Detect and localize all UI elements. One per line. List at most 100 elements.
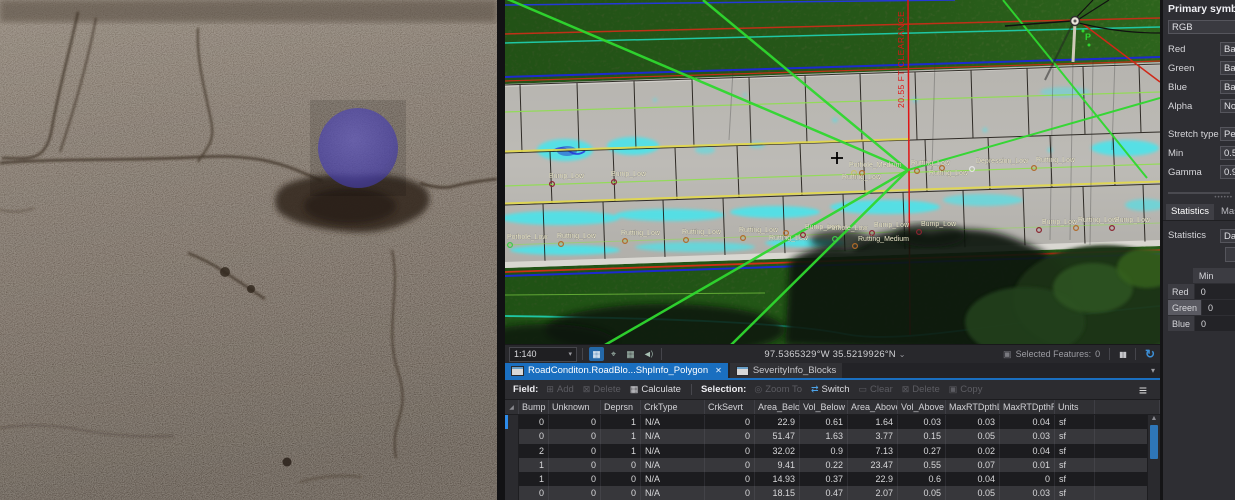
scrollbar-thumb[interactable] — [1150, 425, 1158, 459]
table-cell[interactable]: N/A — [641, 486, 705, 500]
table-cell[interactable]: 0.04 — [1000, 444, 1055, 458]
row-selector[interactable] — [505, 415, 519, 429]
table-row[interactable]: 100N/A014.930.3722.90.60.040sf — [505, 472, 1160, 486]
column-header[interactable]: Vol_Above — [898, 400, 946, 414]
table-cell[interactable]: 3.77 — [848, 429, 898, 443]
refresh-icon[interactable]: ↻ — [1145, 347, 1155, 361]
row-selector[interactable] — [505, 486, 519, 500]
table-cell[interactable]: 0.61 — [800, 415, 848, 429]
table-cell[interactable]: 0 — [705, 415, 755, 429]
add-field-button[interactable]: ⊞Add — [542, 384, 577, 395]
column-header[interactable]: CrkType — [641, 400, 705, 414]
table-cell[interactable]: 0 — [705, 458, 755, 472]
red-band-combo[interactable]: Band — [1220, 42, 1235, 56]
row-selector[interactable] — [505, 429, 519, 443]
blue-band-combo[interactable]: Band — [1220, 80, 1235, 94]
table-cell[interactable]: 0 — [601, 472, 641, 486]
close-icon[interactable]: ✕ — [715, 366, 722, 375]
table-cell[interactable]: 1 — [601, 444, 641, 458]
header-corner[interactable]: ◢ — [505, 400, 519, 414]
table-cell[interactable]: 0 — [705, 429, 755, 443]
column-header[interactable]: Units — [1055, 400, 1095, 414]
table-cell[interactable]: 2 — [519, 444, 549, 458]
grid-icon[interactable]: ▦ — [623, 347, 638, 361]
tab-mask[interactable]: Mask — [1216, 204, 1235, 220]
column-header[interactable]: Vol_Below — [800, 400, 848, 414]
column-header[interactable]: CrkSevrt — [705, 400, 755, 414]
table-cell[interactable]: 0.03 — [1000, 486, 1055, 500]
table-cell[interactable]: 0.03 — [946, 415, 1000, 429]
table-cell[interactable]: 0.05 — [946, 486, 1000, 500]
row-selector[interactable] — [505, 472, 519, 486]
table-cell[interactable]: sf — [1055, 486, 1095, 500]
table-scrollbar[interactable]: ▲ — [1147, 415, 1160, 500]
table-cell[interactable]: 0.05 — [946, 429, 1000, 443]
table-cell[interactable]: sf — [1055, 415, 1095, 429]
table-cell[interactable]: 0.04 — [946, 472, 1000, 486]
table-cell[interactable]: 0 — [549, 415, 601, 429]
flash-locate-icon[interactable]: ▦ — [589, 347, 604, 361]
table-cell[interactable]: 0 — [519, 415, 549, 429]
table-cell[interactable]: N/A — [641, 415, 705, 429]
table-cell[interactable]: N/A — [641, 444, 705, 458]
table-cell[interactable]: sf — [1055, 444, 1095, 458]
snap-target-icon[interactable]: ⌖ — [606, 347, 621, 361]
clear-selection-button[interactable]: ▭Clear — [855, 384, 897, 395]
table-cell[interactable]: 18.15 — [755, 486, 800, 500]
table-cell[interactable]: 7.13 — [848, 444, 898, 458]
copy-selection-button[interactable]: ▣Copy — [945, 384, 987, 395]
table-cell[interactable]: 0 — [549, 472, 601, 486]
column-header[interactable]: MaxRTDpthL — [946, 400, 1000, 414]
gamma-slider[interactable] — [1168, 192, 1230, 194]
table-cell[interactable]: 23.47 — [848, 458, 898, 472]
table-cell[interactable]: 0.47 — [800, 486, 848, 500]
table-cell[interactable]: 0 — [705, 472, 755, 486]
table-row[interactable]: 201N/A032.020.97.130.270.020.04sf — [505, 444, 1160, 458]
table-cell[interactable]: 0 — [1000, 472, 1055, 486]
tab-list-chevron-icon[interactable]: ▾ — [1151, 363, 1160, 378]
table-cell[interactable]: 0.07 — [946, 458, 1000, 472]
table-cell[interactable]: N/A — [641, 472, 705, 486]
table-cell[interactable]: 0.9 — [800, 444, 848, 458]
switch-selection-button[interactable]: ⇄Switch — [807, 384, 854, 395]
statistics-button[interactable] — [1225, 247, 1235, 262]
table-cell[interactable]: 0 — [519, 486, 549, 500]
table-cell[interactable]: 0.03 — [1000, 429, 1055, 443]
table-cell[interactable]: 0 — [705, 444, 755, 458]
delete-field-button[interactable]: ⊠Delete — [579, 384, 625, 395]
table-cell[interactable]: 0 — [519, 429, 549, 443]
column-header[interactable]: MaxRTDpthR — [1000, 400, 1055, 414]
table-menu-icon[interactable]: ≡ — [1139, 385, 1155, 395]
tab-roadcondition-polygon[interactable]: RoadConditon.RoadBlo...ShpInfo_Polygon ✕ — [505, 363, 728, 378]
table-cell[interactable]: sf — [1055, 458, 1095, 472]
scroll-up-icon[interactable]: ▲ — [1151, 415, 1158, 425]
column-header[interactable]: Bump — [519, 400, 549, 414]
table-cell[interactable]: 0 — [601, 486, 641, 500]
tab-severityinfo-blocks[interactable]: SeverityInfo_Blocks — [730, 363, 842, 378]
table-row[interactable]: 001N/A022.90.611.640.030.030.04sf — [505, 415, 1160, 429]
table-row[interactable]: 001N/A051.471.633.770.150.050.03sf — [505, 429, 1160, 443]
pause-drawing-icon[interactable]: ▮▮ — [1119, 350, 1126, 359]
table-cell[interactable]: 1.63 — [800, 429, 848, 443]
table-cell[interactable]: 1.64 — [848, 415, 898, 429]
table-cell[interactable]: 32.02 — [755, 444, 800, 458]
table-cell[interactable]: 0.55 — [898, 458, 946, 472]
table-cell[interactable]: 1 — [519, 458, 549, 472]
table-cell[interactable]: 51.47 — [755, 429, 800, 443]
table-cell[interactable]: 0.01 — [1000, 458, 1055, 472]
table-cell[interactable]: 0.27 — [898, 444, 946, 458]
table-cell[interactable]: 0.04 — [1000, 415, 1055, 429]
column-header[interactable]: Unknown — [549, 400, 601, 414]
alpha-band-combo[interactable]: Non — [1220, 99, 1235, 113]
table-cell[interactable]: 0.05 — [898, 486, 946, 500]
column-header[interactable]: Deprsn — [601, 400, 641, 414]
table-cell[interactable]: 0 — [549, 429, 601, 443]
calculate-field-button[interactable]: ▦Calculate — [626, 384, 685, 395]
column-header[interactable]: Area_Below — [755, 400, 800, 414]
table-cell[interactable]: N/A — [641, 458, 705, 472]
statistics-source-combo[interactable]: Dat — [1220, 229, 1235, 243]
table-cell[interactable]: 9.41 — [755, 458, 800, 472]
table-cell[interactable]: 14.93 — [755, 472, 800, 486]
tab-statistics[interactable]: Statistics — [1166, 204, 1214, 220]
table-cell[interactable]: 0 — [705, 486, 755, 500]
